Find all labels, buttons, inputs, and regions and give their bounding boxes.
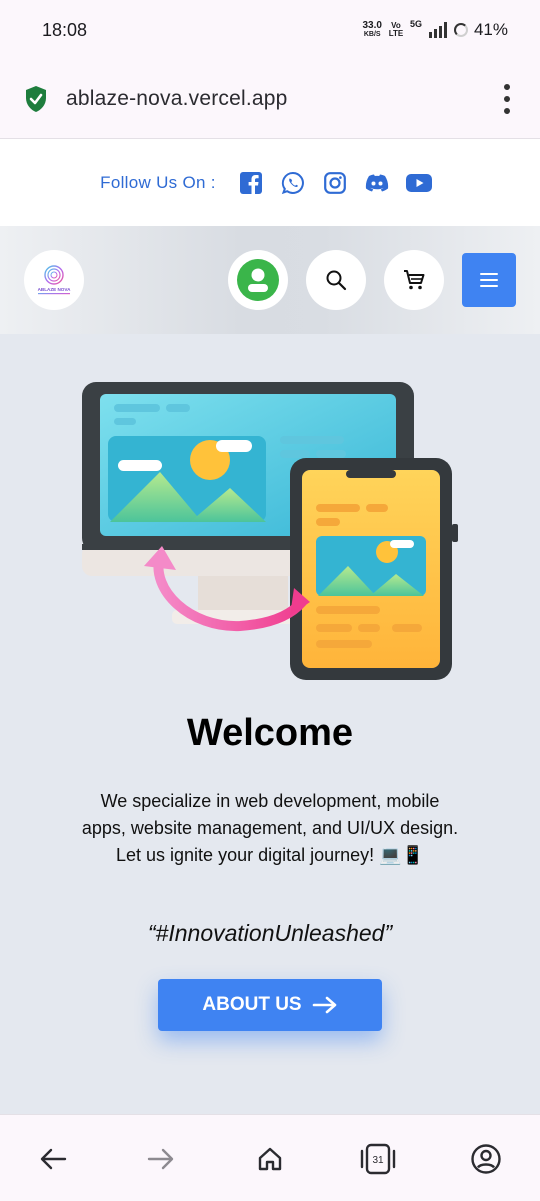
devices-illustration: [82, 382, 458, 680]
logo-icon: ABLAZE NOVA: [38, 265, 72, 295]
profile-button[interactable]: [228, 250, 288, 310]
instagram-icon[interactable]: [322, 170, 348, 196]
more-vertical-icon[interactable]: [502, 84, 512, 114]
network-speed-unit: KB/S: [363, 31, 381, 38]
whatsapp-icon[interactable]: [280, 170, 306, 196]
network-speed-value: 33.0: [362, 20, 382, 31]
volte-indicator: Vo LTE: [388, 21, 404, 38]
network-type: 5G: [409, 19, 422, 29]
shield-check-icon[interactable]: [24, 85, 48, 113]
menu-icon[interactable]: [462, 253, 516, 307]
battery-icon: [453, 23, 468, 37]
search-icon: [326, 270, 347, 291]
hero-title: Welcome: [186, 712, 354, 754]
search-button[interactable]: [306, 250, 366, 310]
cart-button[interactable]: [384, 250, 444, 310]
site-header: ABLAZE NOVA: [0, 226, 540, 334]
site-logo[interactable]: ABLAZE NOVA: [24, 250, 84, 310]
tabs-icon[interactable]: 31: [358, 1139, 398, 1179]
hero-section: Welcome We specialize in web development…: [0, 334, 540, 1114]
about-us-label: ABOUT US: [202, 994, 302, 1015]
profile-icon: [237, 259, 279, 301]
hero-tagline: “#InnovationUnleashed”: [147, 920, 393, 946]
status-time: 18:08: [42, 20, 88, 40]
account-icon[interactable]: [466, 1139, 506, 1179]
follow-us-label: Follow Us On :: [100, 172, 216, 192]
status-bar: 18:08 33.0 KB/S Vo LTE 5G 41%: [0, 0, 540, 62]
youtube-icon[interactable]: [405, 170, 432, 196]
network-speed: 33.0 KB/S: [362, 21, 381, 39]
facebook-icon[interactable]: [238, 170, 264, 196]
home-icon[interactable]: [250, 1139, 290, 1179]
url-text[interactable]: ablaze-nova.vercel.app: [66, 87, 288, 111]
discord-icon[interactable]: [364, 170, 390, 196]
about-us-button[interactable]: ABOUT US: [158, 979, 382, 1031]
status-icons: 33.0 KB/S Vo LTE 5G 41%: [362, 19, 508, 40]
signal-icon: [428, 22, 447, 38]
battery-level: 41%: [473, 20, 508, 39]
browser-url-bar[interactable]: ablaze-nova.vercel.app: [0, 62, 540, 139]
forward-icon[interactable]: [141, 1139, 181, 1179]
hero-description: We specialize in web development, mobile…: [81, 791, 459, 865]
browser-bottom-bar: 31: [0, 1114, 540, 1201]
cart-icon: [404, 270, 425, 290]
logo-text: ABLAZE NOVA: [38, 287, 72, 292]
follow-us-bar: Follow Us On :: [0, 139, 540, 226]
arrow-right-icon: [312, 996, 336, 1014]
tab-count: 31: [372, 1155, 384, 1166]
back-icon[interactable]: [33, 1139, 73, 1179]
